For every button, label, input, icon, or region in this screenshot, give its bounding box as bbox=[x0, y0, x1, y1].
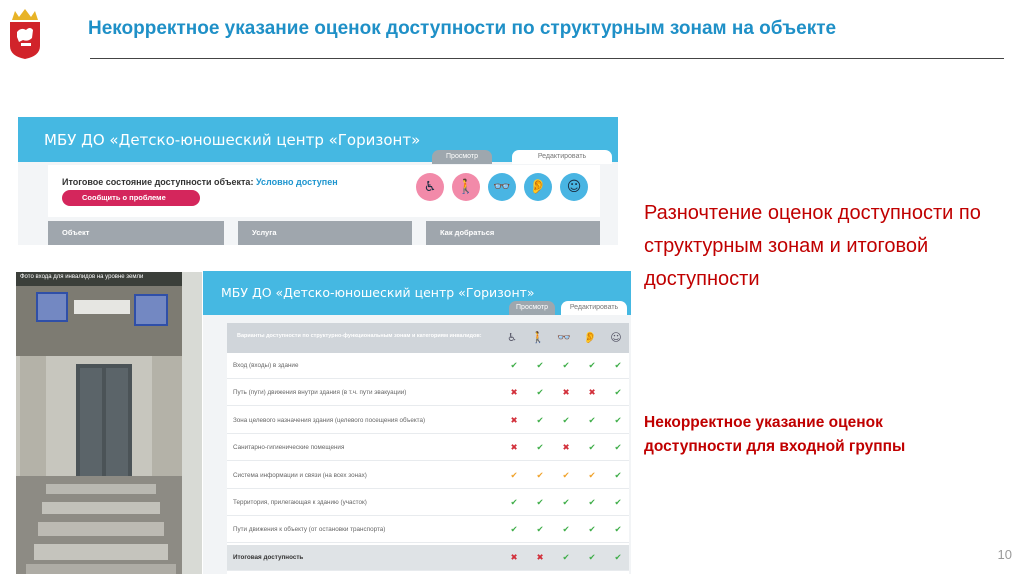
check-icon: ✔ bbox=[614, 361, 622, 371]
check-icon: ✔ bbox=[588, 361, 596, 371]
mental-icon: ☺ bbox=[610, 331, 622, 344]
column-object[interactable]: Объект bbox=[48, 221, 224, 245]
check-icon: ✔ bbox=[588, 525, 596, 536]
check-icon: ✔ bbox=[536, 361, 544, 371]
slide-title: Некорректное указание оценок доступности… bbox=[88, 18, 837, 39]
table-header: Варианты доступности по структурно-функц… bbox=[227, 323, 629, 353]
check-icon: ✔ bbox=[588, 498, 596, 508]
accessibility-table: Варианты доступности по структурно-функц… bbox=[227, 323, 629, 574]
cross-icon: ✖ bbox=[510, 415, 518, 426]
entrance-photo-image bbox=[16, 272, 202, 574]
title-divider bbox=[90, 58, 1004, 59]
table-row: Вход (входы) в здание ✔ ✔ ✔ ✔ ✔ bbox=[227, 353, 629, 379]
row-label: Территория, прилегающая к зданию (участо… bbox=[233, 499, 367, 506]
column-service[interactable]: Услуга bbox=[238, 221, 412, 245]
row-label: Путь (пути) движения внутри здания (в т.… bbox=[233, 389, 407, 397]
cross-icon: ✖ bbox=[510, 552, 518, 563]
check-icon: ✔ bbox=[614, 388, 622, 399]
vision-icon: 👓 bbox=[557, 331, 571, 344]
check-icon: ✔ bbox=[588, 415, 596, 426]
check-icon: ✔ bbox=[614, 552, 622, 563]
check-icon: ✔ bbox=[614, 470, 622, 481]
table-row-total: Итоговая доступность ✖ ✖ ✔ ✔ ✔ bbox=[227, 544, 629, 571]
check-icon: ✔ bbox=[510, 361, 518, 371]
table-row: Санитарно-гигиенические помещения ✖ ✔ ✖ ✔ ✔ bbox=[227, 435, 629, 462]
check-icon: ✔ bbox=[562, 552, 570, 563]
cross-icon: ✖ bbox=[588, 388, 596, 399]
table-row: Пути движения к объекту (от остановки тр… bbox=[227, 517, 629, 544]
check-icon: ✔ bbox=[614, 415, 622, 426]
wheelchair-icon: ♿ bbox=[507, 331, 517, 344]
object-card-screenshot: МБУ ДО «Детско-юношеский центр «Горизонт… bbox=[18, 117, 618, 245]
incorrect-entry-caption: Некорректное указание оценок доступности… bbox=[644, 414, 906, 455]
tab-edit[interactable]: Редактировать bbox=[512, 150, 612, 164]
mobility-icon: 🚶 bbox=[531, 331, 545, 344]
column-how-to-get[interactable]: Как добраться bbox=[426, 221, 600, 245]
check-icon: ✔ bbox=[510, 525, 518, 536]
tab-view-2[interactable]: Просмотр bbox=[509, 301, 555, 315]
check-icon: ✔ bbox=[614, 525, 622, 536]
hearing-icon: 👂 bbox=[583, 331, 597, 344]
perm-krai-coat-of-arms bbox=[10, 9, 40, 59]
discrepancy-caption: Разночтение оценок доступности по структ… bbox=[644, 202, 981, 290]
cross-icon: ✖ bbox=[510, 443, 518, 454]
tab-edit-2[interactable]: Редактировать bbox=[561, 301, 627, 315]
mental-icon: ☺ bbox=[560, 173, 588, 201]
check-icon: ✔ bbox=[614, 443, 622, 454]
accessibility-status-card: Итоговое состояние доступности объекта: … bbox=[48, 165, 600, 217]
section-columns: Объект Услуга Как добраться bbox=[48, 221, 600, 245]
hearing-icon: 👂 bbox=[524, 173, 552, 201]
wheelchair-icon: ♿ bbox=[416, 173, 444, 201]
org-name-2: МБУ ДО «Детско-юношеский центр «Горизонт… bbox=[221, 285, 535, 300]
check-icon: ✔ bbox=[562, 361, 570, 371]
row-label: Система информации и связи (на всех зона… bbox=[233, 471, 367, 479]
table-row: Территория, прилегающая к зданию (участо… bbox=[227, 490, 629, 516]
mobility-icon: 🚶 bbox=[452, 173, 480, 201]
check-icon: ✔ bbox=[562, 498, 570, 508]
table-header-label: Варианты доступности по структурно-функц… bbox=[237, 333, 482, 339]
check-icon: ✔ bbox=[536, 525, 544, 536]
check-icon: ✔ bbox=[588, 552, 596, 563]
row-label: Пути движения к объекту (от остановки тр… bbox=[233, 526, 386, 534]
table-row: Зона целевого назначения здания (целевог… bbox=[227, 408, 629, 434]
org-name: МБУ ДО «Детско-юношеский центр «Горизонт… bbox=[44, 131, 421, 149]
status-label: Итоговое состояние доступности объекта: bbox=[62, 177, 254, 187]
check-icon: ✔ bbox=[614, 498, 622, 508]
check-icon: ✔ bbox=[588, 443, 596, 454]
row-label: Зона целевого назначения здания (целевог… bbox=[233, 416, 426, 424]
check-icon: ✔ bbox=[536, 470, 544, 481]
cross-icon: ✖ bbox=[562, 388, 570, 399]
check-icon: ✔ bbox=[562, 525, 570, 536]
check-icon: ✔ bbox=[536, 388, 544, 399]
tab-view[interactable]: Просмотр bbox=[432, 150, 492, 164]
accessibility-table-screenshot: МБУ ДО «Детско-юношеский центр «Горизонт… bbox=[203, 271, 631, 574]
row-label: Итоговая доступность bbox=[233, 553, 304, 561]
check-icon: ✔ bbox=[562, 415, 570, 426]
status-line: Итоговое состояние доступности объекта: … bbox=[62, 177, 338, 187]
table-row: Система информации и связи (на всех зона… bbox=[227, 463, 629, 489]
report-problem-button[interactable]: Сообщить о проблеме bbox=[62, 190, 200, 206]
check-icon: ✔ bbox=[536, 415, 544, 426]
table-row: Путь (пути) движения внутри здания (в т.… bbox=[227, 380, 629, 407]
status-value: Условно доступен bbox=[255, 177, 338, 187]
check-icon: ✔ bbox=[536, 443, 544, 454]
check-icon: ✔ bbox=[536, 498, 544, 508]
vision-icon: 👓 bbox=[488, 173, 516, 201]
row-label: Вход (входы) в здание bbox=[233, 362, 299, 369]
check-icon: ✔ bbox=[562, 470, 570, 481]
page-number: 10 bbox=[997, 547, 1012, 562]
check-icon: ✔ bbox=[510, 498, 518, 508]
cross-icon: ✖ bbox=[562, 443, 570, 454]
cross-icon: ✖ bbox=[536, 552, 544, 563]
photo-caption: Фото входа для инвалидов на уровне земли bbox=[20, 274, 144, 280]
row-label: Санитарно-гигиенические помещения bbox=[233, 444, 345, 452]
check-icon: ✔ bbox=[510, 470, 518, 481]
check-icon: ✔ bbox=[588, 470, 596, 481]
entrance-photo: Фото входа для инвалидов на уровне земли bbox=[16, 272, 202, 574]
cross-icon: ✖ bbox=[510, 388, 518, 399]
